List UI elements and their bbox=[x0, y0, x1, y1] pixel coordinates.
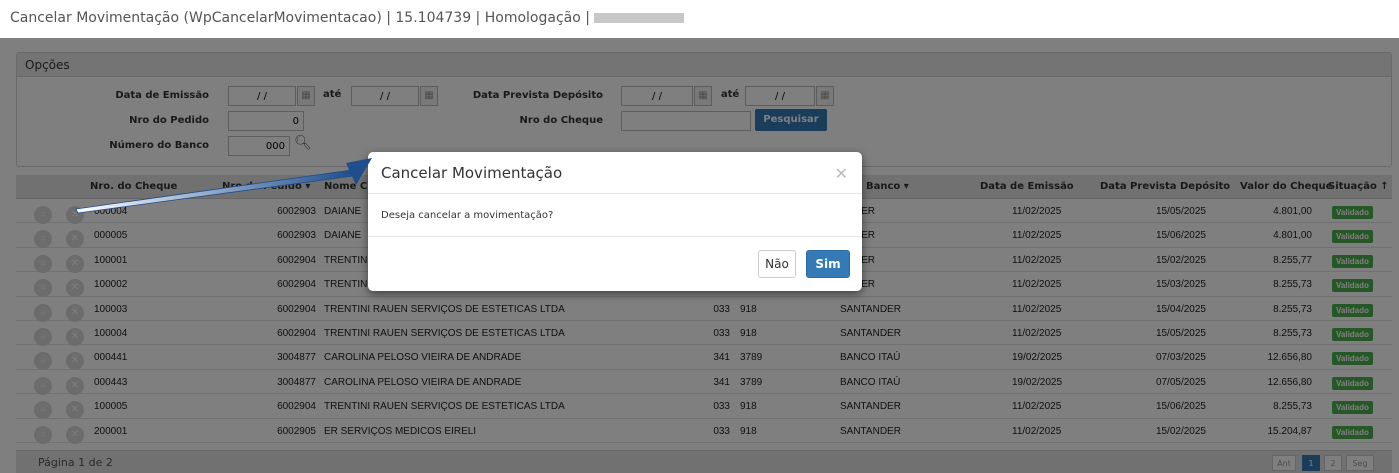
close-icon[interactable]: ✕ bbox=[835, 164, 848, 183]
no-button[interactable]: Não bbox=[758, 250, 796, 278]
window-title: Cancelar Movimentação (WpCancelarMovimen… bbox=[10, 10, 590, 26]
dialog-footer: Não Sim bbox=[368, 237, 862, 291]
cancel-movement-dialog: Cancelar Movimentação ✕ Deseja cancelar … bbox=[368, 152, 862, 291]
masked-user bbox=[593, 13, 684, 23]
dialog-header: Cancelar Movimentação ✕ bbox=[368, 152, 862, 194]
yes-button[interactable]: Sim bbox=[806, 250, 850, 278]
window-title-bar: Cancelar Movimentação (WpCancelarMovimen… bbox=[0, 0, 1399, 38]
dialog-title: Cancelar Movimentação bbox=[381, 164, 563, 182]
dialog-message: Deseja cancelar a movimentação? bbox=[368, 194, 862, 237]
